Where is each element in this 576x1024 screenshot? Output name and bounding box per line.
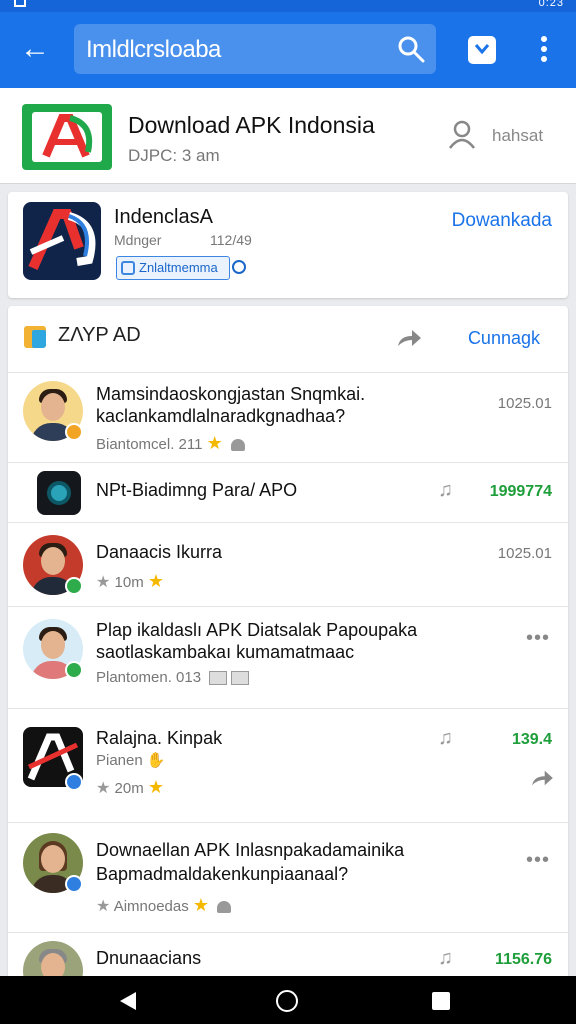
pocket-icon[interactable] xyxy=(468,36,496,64)
rating-icon xyxy=(230,439,245,452)
user-icon[interactable] xyxy=(448,120,476,150)
item-meta-text: Plantomen. 013 xyxy=(96,669,202,686)
item-meta-text: 10m xyxy=(114,574,144,591)
share-icon[interactable] xyxy=(396,328,422,348)
page-subtitle: DJPC: 3 am xyxy=(128,146,220,165)
verified-badge-label: Znlaltmemma xyxy=(139,260,218,275)
list-item[interactable]: Downaellan APK Inlasnpakadamainika Bapma… xyxy=(8,822,568,932)
app-logo xyxy=(23,202,101,280)
item-title-line2: kaclankamdlalnaradkgnadhaa? xyxy=(96,406,346,426)
search-input[interactable]: Imldlcrsloaba xyxy=(86,36,221,64)
section-title: ΖΛΥΡ ΑD xyxy=(58,324,141,346)
nav-home-icon[interactable] xyxy=(276,990,298,1012)
nav-recents-icon[interactable] xyxy=(432,992,450,1010)
item-meta-text: Biantomcel. 211 xyxy=(96,436,203,453)
app-version: 112/49 xyxy=(210,232,252,248)
camera-app-icon xyxy=(37,471,81,515)
nav-back-icon[interactable] xyxy=(120,992,136,1010)
item-meta: ★ Aimnoedas ★ xyxy=(96,895,232,916)
item-value: 1156.76 xyxy=(495,951,552,968)
share-icon[interactable] xyxy=(530,769,554,787)
star-outline-icon: ★ xyxy=(96,574,111,591)
verified-badge-icon xyxy=(65,773,83,791)
star-icon: ★ xyxy=(206,433,223,453)
search-icon[interactable] xyxy=(396,34,426,64)
circle-icon xyxy=(232,260,246,274)
item-meta: ★ 20m ★ xyxy=(96,777,164,798)
item-meta-text: 20m xyxy=(114,780,144,797)
app-card: IndenclasA Mdnger 112/49 Znlaltmemma Dow… xyxy=(8,192,568,298)
back-arrow-icon[interactable]: ← xyxy=(18,34,52,68)
item-meta-text: Aimnoedas xyxy=(113,898,189,915)
item-meta: Biantomcel. 211 ★ xyxy=(96,433,245,454)
item-meta: Plantomen. 013 xyxy=(96,669,250,686)
item-title: Ralajna. Kinpak xyxy=(96,728,223,748)
download-button[interactable]: Dowankada xyxy=(452,210,552,232)
star-icon: ★ xyxy=(192,895,210,915)
music-note-icon: ♫ xyxy=(438,727,453,749)
item-title-line2: Bapmadmaldakenkunpiaanaal? xyxy=(96,864,349,884)
list-item[interactable]: Danaacis Ikurra ★ 10m ★ 1025.01 xyxy=(8,522,568,606)
hand-icon: ✋ xyxy=(146,752,166,769)
header-card: Download APK Indonsia DJPC: 3 am xyxy=(0,88,576,184)
system-nav-bar xyxy=(0,976,576,1024)
item-value: 139.4 xyxy=(511,731,552,748)
item-title: Downaellan APK Inlasnpakadamainika xyxy=(96,840,405,860)
item-subtitle-text: Pianen xyxy=(96,752,143,769)
status-bar: 0:23 xyxy=(0,0,576,12)
item-subtitle: Pianen ✋ xyxy=(96,751,166,769)
verified-badge-icon xyxy=(65,875,83,893)
connect-button[interactable]: Cunnagk xyxy=(468,328,540,349)
more-horiz-icon[interactable]: ••• xyxy=(526,627,550,650)
item-title-line2: saotlaskambakaı kumamatmaac xyxy=(96,642,355,662)
music-note-icon: ♫ xyxy=(438,479,453,501)
item-title: Mamsindaoskongjastan Snqmkai. xyxy=(96,384,366,404)
item-value: 1025.01 xyxy=(497,395,552,412)
star-icon: ★ xyxy=(147,571,165,591)
item-title: Dnunaacians xyxy=(96,948,202,968)
app-developer: Mdnger xyxy=(114,232,162,248)
music-note-icon: ♫ xyxy=(438,947,453,969)
star-outline-icon: ★ xyxy=(96,780,111,797)
app-bar: ← Imldlcrsloaba xyxy=(0,12,576,88)
item-title: Danaacis Ikurra xyxy=(96,542,223,562)
app-logo-green xyxy=(22,104,112,170)
list-item[interactable]: NPt-Biadimng Para/ APO ♫ 1999774 xyxy=(8,462,568,522)
status-time: 0:23 xyxy=(538,0,564,9)
feed-card: ΖΛΥΡ ΑD Cunnagk Mamsindaoskongjastan Snq… xyxy=(8,306,568,1001)
item-meta: ★ 10m ★ xyxy=(96,571,164,592)
more-vert-icon[interactable] xyxy=(534,36,554,66)
verified-badge: Znlaltmemma xyxy=(116,256,230,280)
rating-icon xyxy=(217,901,232,914)
list-item[interactable]: Mamsindaoskongjastan Snqmkai. kaclankamd… xyxy=(8,372,568,462)
page-title: Download APK Indonsia xyxy=(128,112,375,138)
verified-badge-icon xyxy=(65,577,83,595)
verified-badge-icon xyxy=(65,423,83,441)
item-title: NPt-Biadimng Para/ APO xyxy=(96,480,298,500)
list-item[interactable]: Ralajna. Kinpak Pianen ✋ ★ 20m ★ ♫ 139.4 xyxy=(8,708,568,822)
item-value: 1025.01 xyxy=(497,545,552,562)
more-horiz-icon[interactable]: ••• xyxy=(526,849,550,872)
verified-badge-icon xyxy=(65,661,83,679)
user-label[interactable]: hahsat xyxy=(492,126,543,146)
item-value: 1999774 xyxy=(489,483,552,500)
notification-icon xyxy=(14,0,26,7)
section-icon xyxy=(24,326,46,348)
app-name: IndenclasA xyxy=(114,206,213,228)
list-item[interactable]: Plap ikaldaslı APK Diatsalak Papoupaka s… xyxy=(8,606,568,708)
search-field[interactable]: Imldlcrsloaba xyxy=(74,24,436,74)
check-icon xyxy=(121,261,135,275)
item-title: Plap ikaldaslı APK Diatsalak Papoupaka xyxy=(96,620,418,640)
image-icon xyxy=(231,671,250,686)
image-icon xyxy=(209,671,228,686)
star-icon: ★ xyxy=(147,777,165,797)
star-outline-icon: ★ xyxy=(96,898,111,915)
